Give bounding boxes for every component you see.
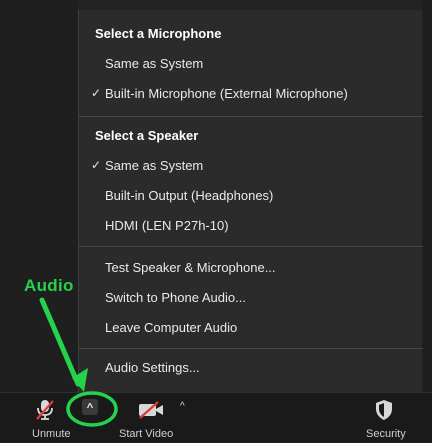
menu-divider xyxy=(79,246,423,247)
menu-divider xyxy=(79,348,423,349)
menu-item-switch-to-phone-audio[interactable]: Switch to Phone Audio... xyxy=(79,282,423,312)
menu-item-test-speaker-mic[interactable]: Test Speaker & Microphone... xyxy=(79,252,423,282)
menu-item-mic-same-as-system[interactable]: Same as System xyxy=(79,48,423,78)
security-button[interactable]: Security xyxy=(350,393,420,443)
checkmark-icon: ✓ xyxy=(91,158,102,172)
menu-item-label: Built-in Microphone (External Microphone… xyxy=(105,85,348,101)
menu-item-label: Switch to Phone Audio... xyxy=(105,289,246,305)
unmute-button[interactable]: Unmute xyxy=(20,393,71,443)
chevron-up-icon[interactable]: ^ xyxy=(180,401,185,412)
annotation-audio-label: Audio xyxy=(24,276,74,295)
menu-item-audio-settings[interactable]: Audio Settings... xyxy=(79,352,423,382)
speaker-header-label: Select a Speaker xyxy=(95,127,199,143)
checkmark-icon: ✓ xyxy=(91,86,102,100)
menu-item-leave-computer-audio[interactable]: Leave Computer Audio xyxy=(79,312,423,342)
start-video-label: Start Video xyxy=(119,428,174,440)
menu-item-label: Built-in Output (Headphones) xyxy=(105,187,274,203)
menu-item-label: HDMI (LEN P27h-10) xyxy=(105,217,229,233)
microphone-section-header: Select a Microphone xyxy=(79,18,423,48)
microphone-header-label: Select a Microphone xyxy=(95,25,222,41)
unmute-label: Unmute xyxy=(32,428,71,440)
speaker-section-header: Select a Speaker xyxy=(79,120,423,150)
audio-options-menu: Select a Microphone Same as System ✓ Bui… xyxy=(78,10,423,392)
menu-item-label: Leave Computer Audio xyxy=(105,319,238,335)
start-video-button[interactable]: ^ Start Video xyxy=(112,393,192,443)
menu-item-label: Same as System xyxy=(105,157,204,173)
microphone-muted-icon xyxy=(36,400,54,420)
menu-item-speaker-builtin-output[interactable]: Built-in Output (Headphones) xyxy=(79,180,423,210)
menu-item-mic-builtin[interactable]: ✓ Built-in Microphone (External Micropho… xyxy=(79,78,423,108)
menu-item-label: Audio Settings... xyxy=(105,359,200,375)
meeting-background-left xyxy=(0,0,78,392)
meeting-background-right xyxy=(422,0,432,392)
security-label: Security xyxy=(366,428,406,440)
menu-item-label: Test Speaker & Microphone... xyxy=(105,259,276,275)
menu-divider xyxy=(79,116,423,117)
menu-item-speaker-hdmi[interactable]: HDMI (LEN P27h-10) xyxy=(79,210,423,240)
zoom-window: Select a Microphone Same as System ✓ Bui… xyxy=(0,0,432,442)
shield-icon xyxy=(376,400,392,420)
video-camera-off-icon xyxy=(139,401,163,419)
menu-item-speaker-same-as-system[interactable]: ✓ Same as System xyxy=(79,150,423,180)
audio-options-chevron-button[interactable]: ^ xyxy=(74,395,106,423)
meeting-toolbar: Unmute ^ ^ Start Video Security xyxy=(0,392,432,442)
menu-item-label: Same as System xyxy=(105,55,204,71)
chevron-up-icon: ^ xyxy=(82,399,98,415)
